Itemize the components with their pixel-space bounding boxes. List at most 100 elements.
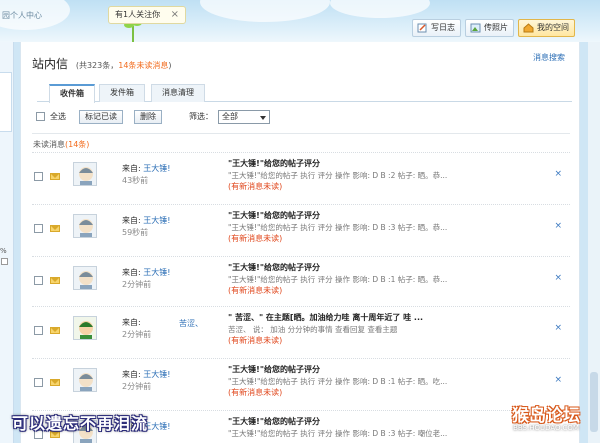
avatar[interactable] [73, 316, 97, 340]
avatar[interactable] [73, 214, 97, 238]
tab-inbox[interactable]: 收件箱 [49, 84, 95, 103]
message-row[interactable]: 来自: 王大锤! 2分钟前 "王大锤!"给您的帖子评分 "王大锤!"给您的帖子 … [32, 358, 570, 406]
filter-label: 筛选： [189, 112, 213, 121]
chevron-down-icon [260, 116, 266, 120]
delete-message-icon[interactable]: × [554, 323, 562, 333]
select-all-label[interactable]: 全选 [50, 111, 66, 122]
avatar[interactable] [73, 162, 97, 186]
home-icon [523, 23, 534, 33]
page-title: 站内信 (共323条，14条未读消息) [32, 55, 172, 72]
message-subject[interactable]: " 苦涩、" 在主题[晒。加油给力哇 离十周年近了 哇 ... [228, 312, 423, 323]
delete-message-icon[interactable]: × [554, 221, 562, 231]
message-checkbox[interactable] [34, 276, 43, 285]
forum-watermark: 猴岛论坛 BBS.HOUDAO.COM [496, 401, 596, 432]
pencil-icon [417, 23, 427, 33]
delete-message-icon[interactable]: × [554, 169, 562, 179]
message-checkbox[interactable] [34, 172, 43, 181]
mailbox-tabs: 收件箱 发件箱 消息清理 [37, 84, 572, 103]
envelope-icon [50, 225, 60, 232]
message-checkbox[interactable] [34, 326, 43, 335]
tab-cleanup[interactable]: 消息清理 [151, 84, 205, 102]
sidebar-checkbox[interactable] [1, 258, 8, 265]
avatar[interactable] [73, 368, 97, 392]
sender-name-link[interactable]: 苦涩、 [179, 318, 203, 329]
my-space-label: 我的空间 [537, 23, 569, 32]
message-time: 59秒前 [122, 228, 149, 237]
message-sender: 来自: 王大锤! [122, 267, 170, 278]
upload-photo-label: 传照片 [484, 23, 508, 32]
page-scrollbar[interactable] [588, 42, 600, 443]
message-preview: 苦涩、 说： 加油 分分钟的事情 查看回复 查看主题 [228, 325, 398, 334]
sender-name-link[interactable]: 王大锤! [143, 216, 170, 225]
message-subject[interactable]: "王大锤!"给您的帖子评分 [228, 364, 320, 375]
delete-message-icon[interactable]: × [554, 375, 562, 385]
message-preview: "王大锤!"给您的帖子 执行 评分 操作 影响: D B :2 帖子: 晒。恭.… [228, 171, 448, 180]
my-space-button[interactable]: 我的空间 [518, 19, 575, 37]
divider [32, 133, 570, 134]
message-row[interactable]: 来自: 王大锤! 2分钟前 "王大锤!"给您的帖子评分 "王大锤!"给您的帖子 … [32, 256, 570, 304]
write-diary-button[interactable]: 写日志 [412, 19, 461, 37]
tab-outbox[interactable]: 发件箱 [99, 84, 145, 102]
envelope-icon [50, 173, 60, 180]
left-sidebar: % [0, 42, 14, 443]
avatar-image [74, 163, 96, 185]
watermark-logo-text: 猴岛论坛 [512, 406, 580, 426]
sender-name-link[interactable]: 王大锤! [143, 370, 170, 379]
message-sender: 来自: 王大锤! [122, 163, 170, 174]
mark-read-button[interactable]: 标记已读 [79, 110, 123, 124]
sender-name-link[interactable]: 王大锤! [143, 164, 170, 173]
avatar-image [74, 215, 96, 237]
message-panel: 站内信 (共323条，14条未读消息) 消息搜索 收件箱 发件箱 消息清理 全选… [20, 42, 580, 443]
message-checkbox[interactable] [34, 378, 43, 387]
unread-count: 14条未读消息 [118, 61, 169, 70]
message-search-link[interactable]: 消息搜索 [533, 52, 565, 63]
upload-photo-button[interactable]: 传照片 [465, 19, 514, 37]
sidebar-tab[interactable] [0, 72, 12, 132]
breadcrumb[interactable]: 园个人中心 [2, 10, 42, 21]
count-suffix: ) [168, 61, 172, 70]
message-row[interactable]: 来自: 2分钟前 " 苦涩、" 在主题[晒。加油给力哇 离十周年近了 哇 ...… [32, 306, 570, 354]
message-checkbox[interactable] [34, 224, 43, 233]
delete-message-icon[interactable]: × [554, 273, 562, 283]
avatar[interactable] [73, 266, 97, 290]
unread-section-label: 未读消息(14条) [33, 139, 89, 150]
message-subject[interactable]: "王大锤!"给您的帖子评分 [228, 416, 320, 427]
message-count: (共323条，14条未读消息) [76, 61, 172, 70]
message-status: (有新消息未读) [228, 182, 283, 191]
message-preview: "王大锤!"给您的帖子 执行 评分 操作 影响: D B :3 帖子: 嘲位老.… [228, 429, 448, 438]
delete-button[interactable]: 删除 [134, 110, 162, 124]
message-preview: "王大锤!"给您的帖子 执行 评分 操作 影响: D B :1 帖子: 晒。恭.… [228, 275, 448, 284]
filter-select[interactable]: 全部 [218, 110, 270, 124]
photo-icon [470, 23, 481, 33]
envelope-icon [50, 277, 60, 284]
from-label: 来自: [122, 164, 141, 173]
message-time: 2分钟前 [122, 330, 152, 339]
avatar-image [74, 317, 96, 339]
message-row[interactable]: 来自: 王大锤! 59秒前 "王大锤!"给您的帖子评分 "王大锤!"给您的帖子 … [32, 204, 570, 252]
from-label: 来自: [122, 318, 141, 327]
write-diary-label: 写日志 [431, 23, 455, 32]
top-banner: 园个人中心 有1人关注你 × 写日志 传照片 我的空间 [0, 0, 600, 42]
message-status: (有新消息未读) [228, 234, 283, 243]
select-all-checkbox[interactable] [36, 112, 45, 121]
message-time: 2分钟前 [122, 382, 152, 391]
sender-name-link[interactable]: 王大锤! [143, 268, 170, 277]
close-icon[interactable]: × [171, 7, 179, 23]
avatar-image [74, 369, 96, 391]
message-sender: 来自: [122, 317, 141, 328]
watermark-url: BBS.HOUDAO.COM [513, 424, 579, 432]
from-label: 来自: [122, 216, 141, 225]
message-row[interactable]: 来自: 王大锤! 43秒前 "王大锤!"给您的帖子评分 "王大锤!"给您的帖子 … [32, 152, 570, 200]
count-prefix: (共323条， [75, 61, 119, 70]
toolbar: 全选 标记已读 删除 筛选： 全部 [34, 110, 564, 126]
unread-section-count: (14条) [65, 140, 90, 149]
envelope-icon [50, 327, 60, 334]
message-sender: 来自: 王大锤! [122, 215, 170, 226]
message-status: (有新消息未读) [228, 336, 283, 345]
message-preview: "王大锤!"给您的帖子 执行 评分 操作 影响: D B :1 帖子: 晒。吃.… [228, 377, 448, 386]
message-subject[interactable]: "王大锤!"给您的帖子评分 [228, 158, 320, 169]
follow-notification[interactable]: 有1人关注你 × [108, 6, 186, 24]
message-subject[interactable]: "王大锤!"给您的帖子评分 [228, 210, 320, 221]
page-title-text: 站内信 [32, 57, 69, 71]
message-subject[interactable]: "王大锤!"给您的帖子评分 [228, 262, 320, 273]
